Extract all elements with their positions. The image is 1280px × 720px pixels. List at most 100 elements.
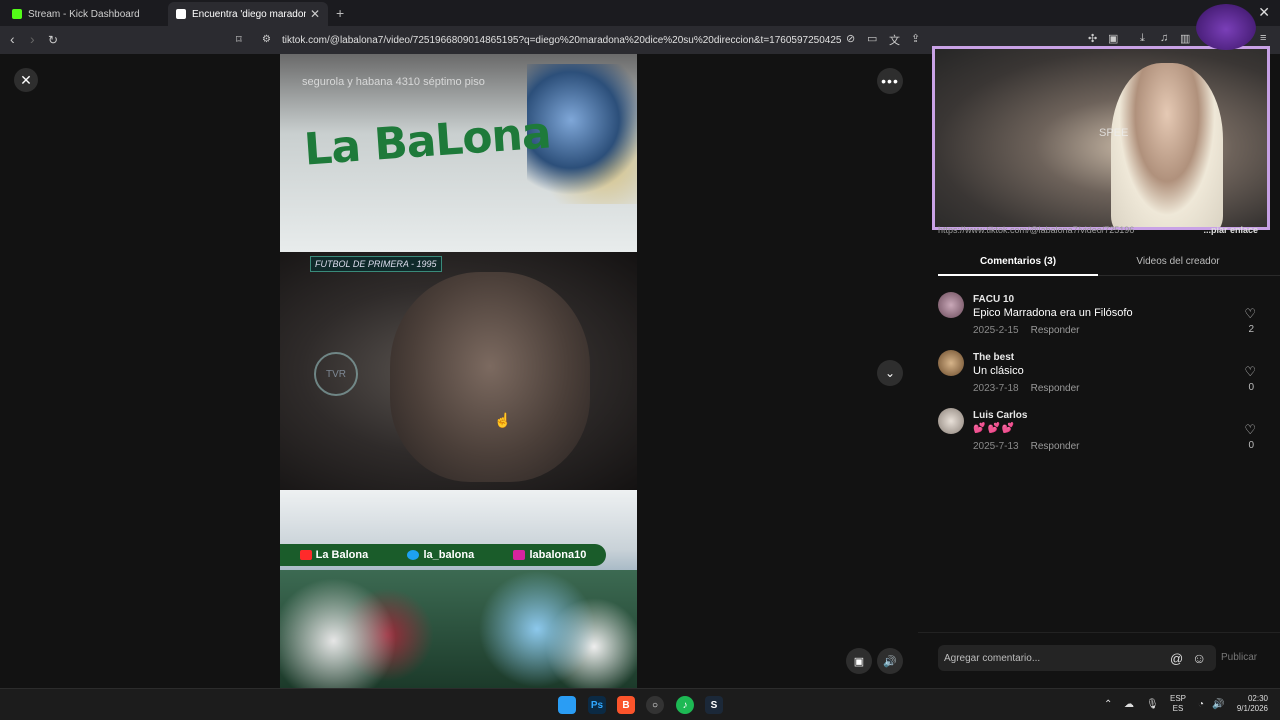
close-video-button[interactable]: ✕ bbox=[14, 68, 38, 92]
download-icon[interactable]: ⤓ bbox=[1140, 32, 1145, 45]
comment-composer: @ ☺ Publicar bbox=[918, 632, 1280, 688]
clock-date: 9/1/2026 bbox=[1236, 704, 1268, 713]
social-twitter: la_balona bbox=[407, 549, 474, 561]
mention-icon[interactable]: @ bbox=[1170, 651, 1183, 666]
chair-text: SPEE bbox=[1099, 127, 1129, 139]
like-heart-icon[interactable]: ♡ bbox=[1244, 306, 1256, 322]
tab-creator-videos[interactable]: Videos del creador bbox=[1098, 256, 1258, 267]
tab-title: Stream - Kick Dashboard bbox=[28, 8, 140, 20]
cast-icon[interactable]: ▭ bbox=[867, 32, 877, 45]
tiktok-favicon-icon bbox=[176, 9, 186, 19]
lang-top: ESP bbox=[1170, 694, 1187, 703]
network-cloud-icon[interactable]: ☁ bbox=[1124, 699, 1134, 710]
window-close-button[interactable]: ✕ bbox=[1258, 4, 1270, 21]
social-handles-bar: La Balona la_balona labalona10 bbox=[280, 544, 606, 566]
address-caption: segurola y habana 4310 séptimo piso bbox=[302, 76, 485, 88]
social-label: labalona10 bbox=[529, 549, 587, 561]
social-instagram: labalona10 bbox=[513, 549, 586, 561]
reload-icon[interactable]: ↻ bbox=[48, 33, 58, 47]
reader-off-icon[interactable]: ⊘ bbox=[846, 32, 855, 45]
url-text: tiktok.com/@labalona7/video/725196680901… bbox=[282, 34, 842, 46]
football-players-image bbox=[280, 570, 637, 688]
tray-chevron-icon[interactable]: ⌃ bbox=[1104, 699, 1112, 710]
translate-icon[interactable]: 文 bbox=[889, 32, 900, 48]
speaker-icon[interactable]: 🔊 bbox=[1212, 699, 1224, 710]
sidebar-icon[interactable]: ▥ bbox=[1180, 32, 1190, 45]
video-section-logo: segurola y habana 4310 séptimo piso La B… bbox=[280, 54, 637, 252]
browser-tab-bar: Stream - Kick Dashboard Encuentra 'diego… bbox=[0, 0, 1280, 26]
like-count: 0 bbox=[1248, 440, 1254, 451]
microphone-icon[interactable]: 🎙 bbox=[1146, 699, 1159, 710]
wallet-icon[interactable]: ▣ bbox=[1108, 32, 1118, 45]
spotify-icon[interactable]: ♪ bbox=[676, 696, 694, 714]
comment-item: Luis Carlos 💕💕💕 2025-7-13 Responder ♡ 0 bbox=[938, 408, 1262, 466]
share-icon[interactable]: ⇪ bbox=[911, 32, 920, 45]
steam-icon[interactable]: S bbox=[705, 696, 723, 714]
comment-date: 2023-7-18 bbox=[973, 383, 1019, 394]
site-info-icon[interactable]: ⚙ bbox=[262, 34, 271, 45]
system-clock[interactable]: 02:30 9/1/2026 bbox=[1232, 694, 1268, 714]
obs-icon[interactable]: ○ bbox=[646, 696, 664, 714]
comment-date: 2025-2-15 bbox=[973, 325, 1019, 336]
social-youtube: La Balona bbox=[299, 549, 368, 561]
address-bar[interactable]: ⚙ tiktok.com/@labalona7/video/7251966809… bbox=[254, 29, 934, 51]
comment-username[interactable]: The best bbox=[973, 352, 1014, 363]
publish-button[interactable]: Publicar bbox=[1221, 652, 1257, 663]
broadcast-badge: FUTBOL DE PRIMERA - 1995 bbox=[310, 256, 442, 272]
copy-link-button[interactable]: ...piar enlace bbox=[1203, 225, 1258, 235]
video-section-interview: FUTBOL DE PRIMERA - 1995 TVR ☝ bbox=[280, 252, 637, 490]
tab-tiktok-search[interactable]: Encuentra 'diego maradona d ✕ bbox=[168, 2, 328, 26]
windows-start-icon[interactable] bbox=[558, 696, 576, 714]
avatar[interactable] bbox=[938, 350, 964, 376]
youtube-icon bbox=[299, 550, 312, 561]
reply-button[interactable]: Responder bbox=[1031, 441, 1080, 452]
new-tab-button[interactable]: + bbox=[336, 5, 344, 21]
volume-button[interactable]: 🔊 bbox=[877, 648, 903, 674]
language-indicator[interactable]: ESP ES bbox=[1170, 694, 1186, 714]
photoshop-icon[interactable]: Ps bbox=[588, 696, 606, 714]
like-heart-icon[interactable]: ♡ bbox=[1244, 422, 1256, 438]
instagram-icon bbox=[513, 550, 526, 561]
twitter-icon bbox=[407, 550, 420, 561]
active-tab-indicator bbox=[938, 274, 1098, 276]
forward-icon[interactable]: › bbox=[30, 31, 35, 47]
media-icon[interactable]: ♫ bbox=[1160, 32, 1168, 44]
next-video-button[interactable]: ⌄ bbox=[877, 360, 903, 386]
tab-close-icon[interactable]: ✕ bbox=[310, 7, 320, 21]
hand-cursor-icon: ☝ bbox=[494, 412, 512, 428]
like-count: 2 bbox=[1248, 324, 1254, 335]
brave-icon[interactable]: B bbox=[617, 696, 635, 714]
emoji-icon[interactable]: ☺ bbox=[1192, 650, 1206, 666]
like-count: 0 bbox=[1248, 382, 1254, 393]
menu-icon[interactable]: ≡ bbox=[1260, 32, 1266, 44]
comment-item: The best Un clásico 2023-7-18 Responder ♡… bbox=[938, 350, 1262, 408]
interview-face-image bbox=[390, 272, 590, 482]
back-icon[interactable]: ‹ bbox=[10, 31, 15, 47]
comment-username[interactable]: Luis Carlos bbox=[973, 410, 1027, 421]
social-label: la_balona bbox=[423, 549, 475, 561]
webcam-overlay: SPEE bbox=[932, 46, 1270, 230]
wifi-icon[interactable]: ◔ bbox=[1198, 699, 1204, 710]
avatar[interactable] bbox=[938, 292, 964, 318]
tvr-watermark: TVR bbox=[314, 352, 358, 396]
comment-list: FACU 10 Epico Marradona era un Filósofo … bbox=[938, 292, 1262, 466]
tab-kick-dashboard[interactable]: Stream - Kick Dashboard bbox=[4, 2, 164, 26]
avatar[interactable] bbox=[938, 408, 964, 434]
comment-text: Un clásico bbox=[973, 365, 1024, 377]
mini-player-button[interactable]: ▣ bbox=[846, 648, 872, 674]
comment-username[interactable]: FACU 10 bbox=[973, 294, 1014, 305]
video-player[interactable]: segurola y habana 4310 séptimo piso La B… bbox=[280, 54, 637, 688]
extensions-icon[interactable]: ✣ bbox=[1088, 32, 1097, 45]
tab-comments[interactable]: Comentarios (3) bbox=[938, 256, 1098, 267]
reply-button[interactable]: Responder bbox=[1031, 325, 1080, 336]
tab-title: Encuentra 'diego maradona d bbox=[192, 8, 306, 20]
more-options-button[interactable]: ••• bbox=[877, 68, 903, 94]
like-heart-icon[interactable]: ♡ bbox=[1244, 364, 1256, 380]
bookmark-icon[interactable]: ⌑ bbox=[236, 33, 242, 46]
panel-tabs: Comentarios (3) Videos del creador bbox=[938, 248, 1280, 276]
windows-taskbar: Ps B ○ ♪ S ⌃ ☁ 🎙 ESP ES ◔ 🔊 02:30 9/1/20… bbox=[0, 688, 1280, 720]
comment-text: 💕💕💕 bbox=[973, 423, 1017, 434]
video-link-strip: https://www.tiktok.com/@labalona7/video/… bbox=[938, 225, 1262, 237]
reply-button[interactable]: Responder bbox=[1031, 383, 1080, 394]
comment-date: 2025-7-13 bbox=[973, 441, 1019, 452]
